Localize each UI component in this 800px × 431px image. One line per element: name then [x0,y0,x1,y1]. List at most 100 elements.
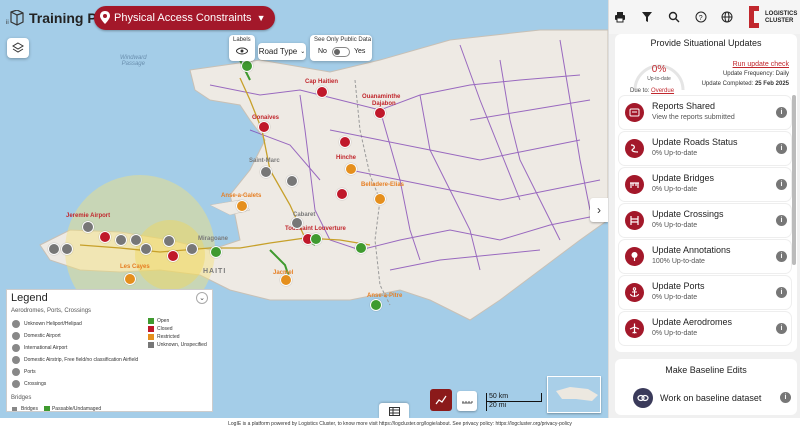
task-title: Update Aerodromes [652,317,733,327]
map-marker-unknown[interactable] [286,175,298,187]
map-marker-unknown[interactable] [140,243,152,255]
info-icon[interactable]: i [776,323,787,334]
map-marker-closed[interactable] [316,86,328,98]
map-marker-restricted[interactable] [280,274,292,286]
map-marker-closed[interactable] [374,107,386,119]
frequency-label: Update Frequency: [722,71,774,77]
chevron-down-icon: ⌄ [300,49,306,55]
expand-panel-button[interactable]: › [590,198,608,222]
map-label-saint-marc: Saint-Marc [249,158,280,164]
search-icon[interactable] [668,11,680,23]
update-completed: Update Completed: 25 Feb 2025 [702,81,789,87]
map-marker-restricted[interactable] [374,193,386,205]
overview-minimap[interactable] [547,376,601,413]
help-icon[interactable]: ? [695,11,707,23]
map-marker-open[interactable] [310,233,322,245]
legend-status-label: Open [157,318,170,324]
helipad-icon [12,320,20,328]
logistics-cluster-logo: LOGISTICS CLUSTER [745,5,797,29]
map-marker-closed[interactable] [99,231,111,243]
task-reports-shared[interactable]: Reports Shared View the reports submitte… [619,96,791,129]
panel-scrollbar[interactable] [792,95,796,265]
print-icon[interactable] [614,11,626,23]
map-marker-unknown[interactable] [48,243,60,255]
map-marker-unknown[interactable] [130,234,142,246]
map-marker-closed[interactable] [167,250,179,262]
chevron-down-icon: ▼ [256,13,266,23]
info-icon[interactable]: i [776,179,787,190]
legend-collapse-button[interactable]: ⌄ [196,292,208,304]
map-marker-open[interactable] [370,299,382,311]
map-marker-open[interactable] [210,246,222,258]
map-marker-unknown[interactable] [163,235,175,247]
completed-value: 25 Feb 2025 [754,81,789,87]
labels-control[interactable]: Labels [229,35,255,61]
task-title: Update Bridges [652,173,715,183]
map-marker-unknown[interactable] [115,234,127,246]
crossing-icon [12,380,20,388]
filter-icon[interactable] [641,11,653,23]
map-marker-restricted[interactable] [236,200,248,212]
task-update-bridges[interactable]: Update Bridges 0% Up-to-date i [619,168,791,201]
legend-status-label: Closed [157,326,173,332]
map-marker-unknown[interactable] [186,243,198,255]
task-update-ports[interactable]: Update Ports 0% Up-to-date i [619,276,791,309]
map-marker-unknown[interactable] [260,166,272,178]
panel-toolbar: ? LOGISTICS CLUSTER [609,0,800,34]
work-on-baseline-button[interactable]: Work on baseline dataset i [623,386,793,410]
eye-icon[interactable] [236,47,248,55]
progress-label: Up-to-date [647,76,671,82]
legend-item: Crossings [12,380,46,388]
run-update-check-link[interactable]: Run update check [733,61,789,68]
statistics-button[interactable] [430,389,452,411]
map-label-hinche: Hinche [336,155,357,161]
road-type-dropdown[interactable]: Road Type ⌄ [258,43,306,60]
map-marker-unknown[interactable] [291,217,303,229]
info-icon[interactable]: i [776,251,787,262]
task-update-roads[interactable]: Update Roads Status 0% Up-to-date i [619,132,791,165]
map-marker-closed[interactable] [336,188,348,200]
overdue-link[interactable]: Overdue [651,88,674,94]
map-label-cap-haitien: Cap Haitien [305,79,339,85]
chart-line-icon [435,395,447,405]
legend-item: International Airport [12,344,67,352]
map-canvas[interactable]: Windward Passage Cap Haitien Ouanaminthe… [0,0,608,418]
status-swatch [43,406,50,411]
map-label-miragoane: Miragoane [198,236,229,242]
map-marker-open[interactable] [241,60,253,72]
task-update-annotations[interactable]: Update Annotations 100% Up-to-date i [619,240,791,273]
map-marker-restricted[interactable] [345,163,357,175]
layer-select-label: Physical Access Constraints [114,12,252,24]
info-icon[interactable]: i [780,392,791,403]
legend-panel: Legend ⌄ Aerodromes, Ports, Crossings Un… [6,289,213,412]
layers-button[interactable] [7,38,29,58]
updates-panel: ? LOGISTICS CLUSTER Provide Situational … [608,0,800,418]
map-label-belladere: Belladere-Elias [361,182,405,188]
map-marker-restricted[interactable] [124,273,136,285]
table-view-button[interactable] [379,403,409,418]
public-data-toggle[interactable] [332,47,350,57]
legend-item-label: Passable/Undamaged [51,406,102,412]
map-marker-closed[interactable] [339,136,351,148]
globe-icon[interactable] [721,11,733,23]
legend-status: Restricted [148,334,180,340]
task-subtitle: 100% Up-to-date [652,258,705,265]
table-icon [388,406,400,416]
svg-text:?: ? [699,15,703,22]
measure-button[interactable] [457,391,477,411]
layer-select-dropdown[interactable]: Physical Access Constraints ▼ [94,6,276,30]
progress-percent: 0% [651,64,667,75]
map-label-jeremie: Jeremie Airport [66,213,111,219]
legend-section-bridges: Bridges [11,395,32,401]
info-icon[interactable]: i [776,107,787,118]
task-update-crossings[interactable]: Update Crossings 0% Up-to-date i [619,204,791,237]
task-update-aerodromes[interactable]: Update Aerodromes 0% Up-to-date i [619,312,791,345]
map-marker-open[interactable] [355,242,367,254]
map-marker-unknown[interactable] [61,243,73,255]
info-icon[interactable]: i [776,215,787,226]
map-marker-closed[interactable] [258,121,270,133]
map-marker-unknown[interactable] [82,221,94,233]
baseline-title: Make Baseline Edits [665,365,747,375]
info-icon[interactable]: i [776,143,787,154]
info-icon[interactable]: i [776,287,787,298]
